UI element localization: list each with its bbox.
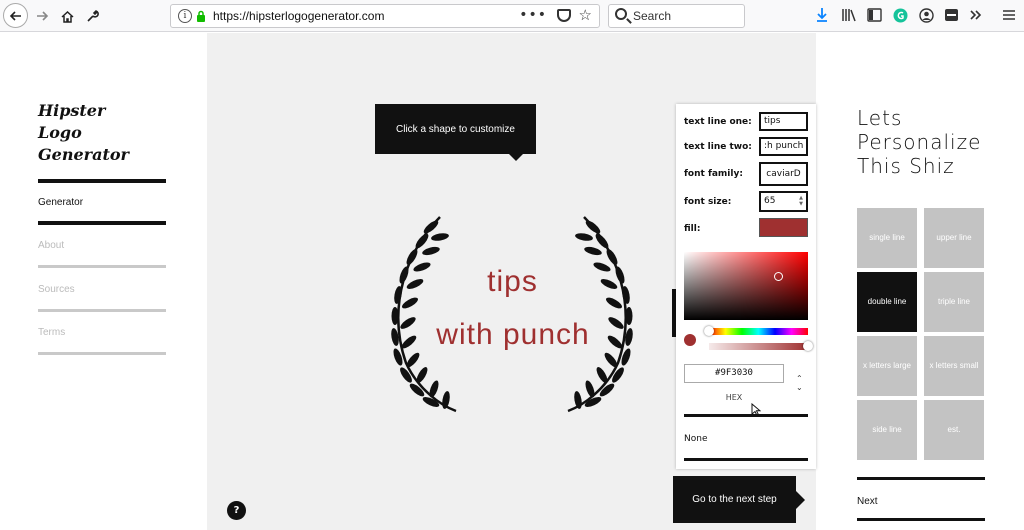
hue-slider[interactable] [704, 326, 808, 336]
overflow-chevrons-icon[interactable] [967, 6, 985, 24]
layout-x-letters-large[interactable]: x letters large [857, 336, 917, 396]
layout-x-letters-small[interactable]: x letters small [924, 336, 984, 396]
font-family-label: font family: [684, 169, 743, 179]
address-bar[interactable]: i https://hipsterlogogenerator.com ••• ☆ [170, 4, 600, 28]
nav-about[interactable]: About [38, 240, 64, 251]
layout-double-line[interactable]: double line [857, 272, 917, 332]
browser-toolbar: i https://hipsterlogogenerator.com ••• ☆… [0, 0, 1024, 32]
help-button[interactable]: ? [227, 501, 246, 520]
pocket-icon[interactable] [557, 9, 571, 22]
account-icon[interactable] [917, 6, 935, 24]
alpha-slider-thumb[interactable] [803, 341, 813, 351]
color-cursor[interactable] [774, 272, 783, 281]
font-size-label: font size: [684, 197, 732, 207]
customize-hint-tooltip: Click a shape to customize [375, 104, 536, 161]
fill-color-swatch[interactable] [759, 218, 808, 237]
customize-toolbar-button[interactable] [80, 4, 104, 28]
color-mode-toggle-icon[interactable]: ⌃ ⌄ [796, 374, 803, 392]
next-link[interactable]: Next [857, 496, 878, 507]
fill-label: fill: [684, 224, 701, 234]
color-preview [684, 334, 696, 346]
home-button[interactable] [55, 4, 79, 28]
downloads-icon[interactable] [813, 6, 831, 24]
font-family-select[interactable]: caviarD [759, 162, 808, 186]
text-line-two-label: text line two: [684, 142, 752, 152]
hex-color-input[interactable]: #9F3030 [684, 364, 784, 383]
search-placeholder: Search [633, 9, 672, 23]
next-divider [857, 477, 985, 480]
no-fill-option[interactable]: None [684, 434, 707, 444]
nav-sources[interactable]: Sources [38, 284, 75, 295]
grammarly-icon[interactable] [891, 6, 909, 24]
right-laurel-shape[interactable] [560, 213, 640, 413]
sidebar-toggle-icon[interactable] [865, 6, 883, 24]
hue-slider-thumb[interactable] [704, 326, 714, 336]
layout-triple-line[interactable]: triple line [924, 272, 984, 332]
arrow-right-icon [37, 11, 49, 21]
text-line-two-input[interactable]: :h punch [759, 137, 808, 156]
logo-text-line-two[interactable]: with punch [413, 318, 613, 352]
layout-single-line[interactable]: single line [857, 208, 917, 268]
saturation-value-picker[interactable] [684, 252, 808, 320]
logo-text-line-one[interactable]: tips [420, 265, 605, 299]
nav-divider [38, 352, 166, 355]
page-actions-menu[interactable]: ••• [519, 7, 547, 23]
nav-divider [38, 221, 166, 225]
nav-divider [38, 179, 166, 183]
alpha-slider[interactable] [709, 341, 813, 351]
color-mode-label: HEX [725, 393, 743, 402]
stepper-arrows-icon[interactable]: ▲ ▼ [799, 195, 803, 207]
picker-divider [684, 458, 808, 461]
text-line-one-label: text line one: [684, 117, 752, 127]
personalize-heading: Lets Personalize This Shiz [857, 106, 982, 178]
picker-divider [684, 414, 808, 417]
next-step-button[interactable]: Go to the next step [673, 476, 805, 523]
layout-upper-line[interactable]: upper line [924, 208, 984, 268]
font-size-value: 65 [764, 196, 776, 206]
bookmark-star-icon[interactable]: ☆ [579, 6, 592, 24]
nav-divider [38, 265, 166, 268]
library-icon[interactable] [840, 6, 858, 24]
font-size-stepper[interactable]: 65 ▲ ▼ [759, 191, 808, 212]
url-text[interactable]: https://hipsterlogogenerator.com [213, 9, 384, 23]
layout-est[interactable]: est. [924, 400, 984, 460]
home-icon [60, 10, 74, 23]
nav-terms[interactable]: Terms [38, 327, 65, 338]
lock-icon[interactable] [196, 10, 206, 23]
wrench-icon [87, 10, 99, 22]
nav-divider [38, 309, 166, 312]
left-laurel-shape[interactable] [384, 213, 464, 413]
hamburger-menu-icon[interactable] [1000, 6, 1018, 24]
text-line-one-input[interactable]: tips [759, 112, 808, 131]
arrow-left-icon [9, 10, 21, 21]
layout-side-line[interactable]: side line [857, 400, 917, 460]
extension-icon[interactable] [942, 6, 960, 24]
back-button[interactable] [3, 3, 28, 28]
search-input[interactable]: Search [608, 4, 745, 28]
nav-generator[interactable]: Generator [38, 197, 83, 208]
forward-button[interactable] [30, 4, 54, 28]
info-icon[interactable]: i [178, 9, 192, 23]
search-icon [615, 8, 627, 20]
next-divider [857, 518, 985, 521]
site-logo[interactable]: Hipster Logo Generator [38, 100, 148, 166]
customize-panel: text line one: tips text line two: :h pu… [676, 104, 816, 469]
